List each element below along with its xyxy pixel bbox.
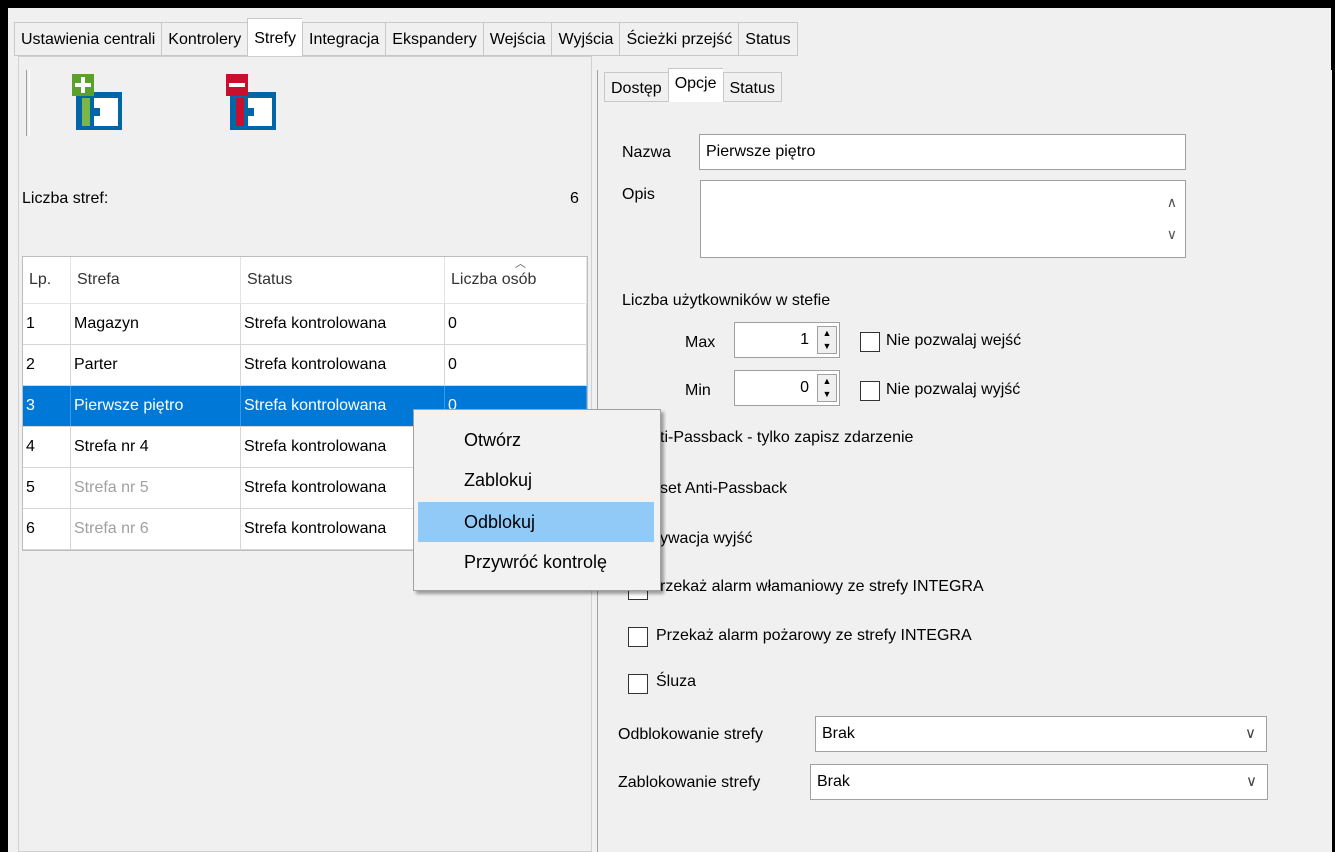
max-stepper[interactable]: 1 ▲ ▼ xyxy=(734,322,840,358)
tab-status[interactable]: Status xyxy=(738,22,798,56)
tab-ustawienia-centrali[interactable]: Ustawienia centrali xyxy=(14,22,162,56)
chevron-down-icon: ∨ xyxy=(1246,773,1257,790)
stepper-arrows-icon[interactable]: ▲ ▼ xyxy=(817,326,837,354)
name-label: Nazwa xyxy=(622,144,671,161)
cell-lp: 5 xyxy=(23,468,71,508)
zone-unlock-select[interactable]: Brak ∨ xyxy=(815,716,1267,752)
zone-count-label: Liczba stref: xyxy=(22,190,109,207)
fire-alarm-checkbox[interactable] xyxy=(628,627,648,647)
tab-wejscia[interactable]: Wejścia xyxy=(482,22,552,56)
col-liczba-osob[interactable]: ︿ Liczba osób xyxy=(445,257,587,303)
cell-lp: 2 xyxy=(23,345,71,385)
cell-status: Strefa kontrolowana xyxy=(241,345,445,385)
description-field[interactable]: ∧ ∨ xyxy=(700,180,1186,258)
cell-zone-name: Strefa nr 6 xyxy=(71,509,241,549)
col-strefa[interactable]: Strefa xyxy=(71,257,241,303)
toolbar-separator xyxy=(26,70,30,136)
menu-item-odblokuj[interactable]: Odblokuj xyxy=(418,502,654,542)
zone-lock-value: Brak xyxy=(817,773,850,790)
table-row[interactable]: 1 Magazyn Strefa kontrolowana 0 xyxy=(23,304,587,345)
tab-strefy[interactable]: Strefy xyxy=(247,18,302,56)
tab-sciezki-przejsc[interactable]: Ścieżki przejść xyxy=(619,22,739,56)
table-header: Lp. Strefa Status ︿ Liczba osób xyxy=(23,257,587,304)
menu-item-przywroc-kontrole[interactable]: Przywróć kontrolę xyxy=(418,542,654,582)
table-row[interactable]: 2 Parter Strefa kontrolowana 0 xyxy=(23,345,587,386)
menu-item-zablokuj[interactable]: Zablokuj xyxy=(418,460,654,500)
reset-antipassback-label: set Anti-Passback xyxy=(660,480,788,497)
no-enter-label: Nie pozwalaj wejść xyxy=(886,332,1022,349)
burglary-alarm-label: rzekaż alarm włamaniowy ze strefy INTEGR… xyxy=(660,578,984,595)
cell-zone-name: Pierwsze piętro xyxy=(71,386,241,426)
zone-unlock-value: Brak xyxy=(822,725,855,742)
zone-lock-label: Zablokowanie strefy xyxy=(618,774,761,791)
col-lp[interactable]: Lp. xyxy=(23,257,71,303)
fire-alarm-label: Przekaż alarm pożarowy ze strefy INTEGRA xyxy=(656,627,972,644)
chevron-down-icon: ∨ xyxy=(1245,725,1256,742)
tab-dostep[interactable]: Dostęp xyxy=(604,72,668,102)
cell-count: 0 xyxy=(445,345,587,385)
cell-zone-name: Strefa nr 4 xyxy=(71,427,241,467)
tab-kontrolery[interactable]: Kontrolery xyxy=(161,22,248,56)
tab-integracja[interactable]: Integracja xyxy=(302,22,386,56)
cell-lp: 4 xyxy=(23,427,71,467)
max-value: 1 xyxy=(800,331,809,348)
min-label: Min xyxy=(685,382,711,399)
tab-wyjscia[interactable]: Wyjścia xyxy=(551,22,620,56)
scroll-down-icon[interactable]: ∨ xyxy=(1167,217,1177,251)
scroll-up-icon[interactable]: ∧ xyxy=(1167,185,1177,219)
cell-zone-name: Strefa nr 5 xyxy=(71,468,241,508)
cell-count: 0 xyxy=(445,304,587,344)
cell-zone-name: Parter xyxy=(71,345,241,385)
cell-zone-name: Magazyn xyxy=(71,304,241,344)
cell-status: Strefa kontrolowana xyxy=(241,304,445,344)
outputs-activation-label: ywacja wyjść xyxy=(660,530,753,547)
cell-lp: 3 xyxy=(23,386,71,426)
min-value: 0 xyxy=(800,379,809,396)
sort-up-icon: ︿ xyxy=(515,258,526,270)
name-field[interactable]: Pierwsze piętro xyxy=(699,134,1186,170)
tab-opcje[interactable]: Opcje xyxy=(667,68,723,102)
remove-zone-icon[interactable] xyxy=(226,74,282,134)
tab-status-sub[interactable]: Status xyxy=(722,72,782,102)
airlock-label: Śluza xyxy=(656,673,697,690)
antipassback-label: ti-Passback - tylko zapisz zdarzenie xyxy=(660,429,914,446)
zone-count-value: 6 xyxy=(570,190,579,207)
add-zone-icon[interactable] xyxy=(72,74,128,134)
cell-lp: 6 xyxy=(23,509,71,549)
menu-item-otworz[interactable]: Otwórz xyxy=(418,420,654,460)
min-stepper[interactable]: 0 ▲ ▼ xyxy=(734,370,840,406)
no-exit-checkbox[interactable] xyxy=(860,381,880,401)
zone-unlock-label: Odblokowanie strefy xyxy=(618,726,763,743)
stepper-arrows-icon[interactable]: ▲ ▼ xyxy=(817,374,837,402)
zone-lock-select[interactable]: Brak ∨ xyxy=(810,764,1268,800)
sub-tab-bar: Dostęp Opcje Status xyxy=(604,68,782,102)
no-exit-label: Nie pozwalaj wyjść xyxy=(886,381,1021,398)
airlock-checkbox[interactable] xyxy=(628,674,648,694)
users-in-zone-label: Liczba użytkowników w stefie xyxy=(622,292,831,309)
description-label: Opis xyxy=(622,186,655,203)
cell-lp: 1 xyxy=(23,304,71,344)
context-menu: Otwórz Zablokuj Odblokuj Przywróć kontro… xyxy=(413,409,661,591)
col-liczba-osob-label: Liczba osób xyxy=(451,271,537,288)
max-label: Max xyxy=(685,334,716,351)
tab-ekspandery[interactable]: Ekspandery xyxy=(385,22,483,56)
col-status[interactable]: Status xyxy=(241,257,445,303)
main-tab-bar: Ustawienia centrali Kontrolery Strefy In… xyxy=(14,18,798,56)
no-enter-checkbox[interactable] xyxy=(860,332,880,352)
